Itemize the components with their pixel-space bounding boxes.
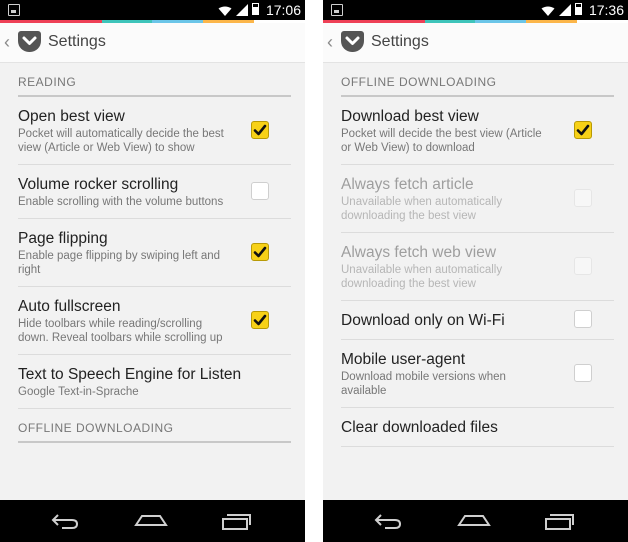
wifi-icon: [541, 4, 555, 16]
battery-icon: [252, 3, 259, 15]
home-nav-icon[interactable]: [134, 511, 168, 531]
checkbox-checked[interactable]: [251, 310, 269, 329]
preference-title: Clear downloaded files: [341, 419, 498, 436]
phone-right: 17:36 ‹ Settings OFFLINE DOWNLOADING Downloa…: [323, 0, 628, 542]
preference-item: Always fetch article Unavailable when aut…: [341, 165, 614, 233]
checkbox: [574, 188, 592, 207]
preference-item[interactable]: Mobile user-agent Download mobile version…: [341, 340, 614, 408]
preference-item[interactable]: Text to Speech Engine for Listen Google T…: [18, 355, 291, 409]
preference-item[interactable]: Clear downloaded files: [341, 408, 614, 447]
wifi-icon: [218, 4, 232, 16]
page-title: Settings: [48, 33, 106, 50]
home-nav-icon[interactable]: [457, 511, 491, 531]
recents-nav-icon[interactable]: [543, 511, 575, 531]
section-title: OFFLINE DOWNLOADING: [341, 63, 614, 97]
recents-nav-icon[interactable]: [220, 511, 252, 531]
checkbox[interactable]: [574, 310, 592, 328]
section-header: OFFLINE DOWNLOADING: [323, 63, 628, 97]
preference-item[interactable]: Volume rocker scrolling Enable scrolling …: [18, 165, 291, 219]
checkbox-checked[interactable]: [251, 120, 269, 139]
settings-list[interactable]: OFFLINE DOWNLOADING Download best view Poc…: [323, 63, 628, 500]
checkbox-checked[interactable]: [574, 120, 592, 139]
chevron-left-icon[interactable]: ‹: [327, 32, 333, 53]
preference-item[interactable]: Open best view Pocket will automatically …: [18, 97, 291, 165]
section-title: OFFLINE DOWNLOADING: [18, 409, 291, 443]
pocket-logo-icon: [18, 31, 41, 52]
phone-left: 17:06 ‹ Settings READING Open best view Pocke…: [0, 0, 305, 542]
chevron-left-icon[interactable]: ‹: [4, 32, 10, 53]
status-time: 17:06: [265, 2, 301, 18]
status-icons: [218, 3, 259, 16]
section-header: OFFLINE DOWNLOADING: [0, 409, 305, 443]
status-bar: 17:06: [0, 0, 305, 20]
checkbox-checked[interactable]: [251, 242, 269, 261]
navigation-bar: [323, 500, 628, 542]
preference-item[interactable]: Page flipping Enable page flipping by swi…: [18, 219, 291, 287]
preference-item[interactable]: Auto fullscreen Hide toolbars while readi…: [18, 287, 291, 355]
status-bar: 17:36: [323, 0, 628, 20]
signal-icon: [559, 3, 571, 16]
preference-summary: Google Text-in-Sprache: [18, 386, 139, 398]
status-time: 17:36: [588, 2, 624, 18]
page-title: Settings: [371, 33, 429, 50]
action-bar[interactable]: ‹ Settings: [0, 23, 305, 63]
settings-list[interactable]: READING Open best view Pocket will automat…: [0, 63, 305, 500]
section-title: READING: [18, 63, 291, 97]
checkbox: [574, 256, 592, 275]
checkbox[interactable]: [251, 181, 269, 200]
preference-item[interactable]: Download only on Wi-Fi: [341, 301, 614, 340]
battery-icon: [575, 3, 582, 15]
back-nav-icon[interactable]: [373, 511, 403, 531]
section-header: READING: [0, 63, 305, 97]
pocket-logo-icon: [341, 31, 364, 52]
action-bar[interactable]: ‹ Settings: [323, 23, 628, 63]
signal-icon: [236, 3, 248, 16]
preference-item: Always fetch web view Unavailable when au…: [341, 233, 614, 301]
image-notification-icon: [8, 4, 20, 16]
navigation-bar: [0, 500, 305, 542]
status-icons: [541, 3, 582, 16]
back-nav-icon[interactable]: [50, 511, 80, 531]
image-notification-icon: [331, 4, 343, 16]
checkbox[interactable]: [574, 363, 592, 382]
preference-title: Text to Speech Engine for Listen: [18, 366, 242, 383]
preference-item[interactable]: Download best view Pocket will decide the…: [341, 97, 614, 165]
